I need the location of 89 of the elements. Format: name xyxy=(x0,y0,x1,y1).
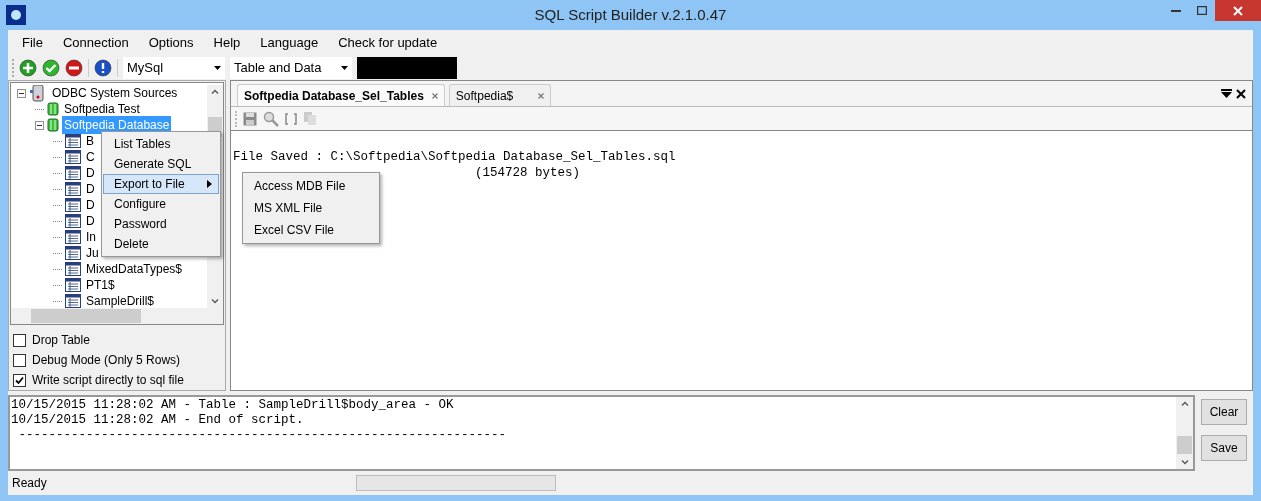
tab-close-icon[interactable] xyxy=(537,92,544,99)
horizontal-scrollbar[interactable] xyxy=(11,308,223,324)
submenu-item[interactable]: MS XML File xyxy=(243,197,379,219)
table-icon xyxy=(65,166,81,180)
exclamation-icon[interactable] xyxy=(94,58,112,77)
database-icon xyxy=(47,101,59,117)
tree-item[interactable]: In xyxy=(84,228,98,246)
submenu-item[interactable]: Excel CSV File xyxy=(243,219,379,241)
collapse-icon[interactable] xyxy=(17,88,26,98)
remove-icon[interactable] xyxy=(65,58,83,77)
tree-item[interactable]: B xyxy=(84,132,96,150)
context-menu-item[interactable]: Password xyxy=(103,214,219,234)
scroll-down-icon[interactable] xyxy=(1180,460,1189,465)
vertical-scrollbar[interactable] xyxy=(1176,397,1193,469)
log-line: 10/15/2015 11:28:02 AM - Table : SampleDrill$body_area - OK xyxy=(11,398,454,413)
save-icon[interactable] xyxy=(243,111,257,126)
brackets-icon[interactable] xyxy=(285,112,297,125)
close-icon xyxy=(1233,5,1243,16)
menu-item[interactable]: Options xyxy=(138,32,204,53)
tree-item[interactable]: D xyxy=(84,180,97,198)
collapse-icon[interactable] xyxy=(35,120,44,130)
table-icon xyxy=(65,294,81,308)
table-icon xyxy=(65,262,81,276)
close-icon[interactable] xyxy=(1236,88,1246,99)
checkbox-label: Drop Table xyxy=(32,332,90,349)
script-mode-dropdown[interactable]: Table and Data xyxy=(230,56,352,79)
editor-line: File Saved : C:\Softpedia\Softpedia Database_Sel_Tables.sql xyxy=(233,149,676,165)
table-icon xyxy=(65,134,81,148)
tree-item[interactable]: Softpedia Test xyxy=(62,100,142,118)
context-menu-item[interactable]: Generate SQL xyxy=(103,154,219,174)
tree-item[interactable]: ODBC System Sources xyxy=(50,85,180,102)
tab-close-icon[interactable] xyxy=(431,92,438,99)
tree-item[interactable]: D xyxy=(84,196,97,214)
table-icon xyxy=(65,230,81,244)
submenu-arrow-icon xyxy=(207,180,212,188)
status-text: Ready xyxy=(12,475,48,492)
dropdown-arrow-icon xyxy=(214,65,221,70)
tab[interactable]: Softpedia$ xyxy=(448,84,551,106)
tree-item[interactable]: MixedDataTypes$ xyxy=(84,260,185,278)
tree-item[interactable]: SampleDrill$ xyxy=(84,292,157,308)
tab[interactable]: Softpedia Database_Sel_Tables xyxy=(237,84,445,106)
close-button[interactable] xyxy=(1215,0,1261,21)
table-icon xyxy=(65,214,81,228)
log-line: ----------------------------------------------------------------- xyxy=(17,428,507,443)
table-icon xyxy=(65,246,81,260)
tree-item[interactable]: D xyxy=(84,212,97,230)
submenu-item[interactable]: Access MDB File xyxy=(243,175,379,197)
scroll-up-icon[interactable] xyxy=(211,89,219,94)
server-icon xyxy=(29,85,47,102)
table-icon xyxy=(65,278,81,292)
tree-item[interactable]: C xyxy=(84,148,97,166)
menu-item[interactable]: Help xyxy=(203,32,251,53)
database-type-dropdown[interactable]: MySql xyxy=(123,56,225,79)
table-icon xyxy=(65,198,81,212)
menu-item[interactable]: Connection xyxy=(52,32,139,53)
action-button[interactable]: Save xyxy=(1201,435,1247,461)
checkbox[interactable] xyxy=(13,333,26,347)
menu-item[interactable]: Check for update xyxy=(328,32,448,53)
menu-item[interactable]: Language xyxy=(250,32,329,53)
table-icon xyxy=(65,182,81,196)
checkmark-icon[interactable] xyxy=(42,58,60,77)
context-menu-item[interactable]: Delete xyxy=(103,234,219,254)
context-menu-item[interactable]: Configure xyxy=(103,194,219,214)
table-icon xyxy=(65,150,81,164)
minimize-icon xyxy=(1171,9,1181,12)
action-button[interactable]: Clear xyxy=(1201,399,1247,425)
add-icon[interactable] xyxy=(19,58,37,77)
database-icon xyxy=(47,117,59,133)
window-title: SQL Script Builder v.2.1.0.47 xyxy=(534,4,727,25)
context-menu-item[interactable]: List Tables xyxy=(103,134,219,154)
scrollbar-thumb[interactable] xyxy=(1177,436,1192,454)
search-icon[interactable] xyxy=(263,110,279,127)
checkbox[interactable] xyxy=(13,373,26,387)
tree-item[interactable]: D xyxy=(84,164,97,182)
checkbox-label: Debug Mode (Only 5 Rows) xyxy=(32,352,181,369)
checkbox-label: Write script directly to sql file xyxy=(32,372,184,389)
tree-item[interactable]: PT1$ xyxy=(84,276,117,294)
scroll-up-icon[interactable] xyxy=(1180,401,1189,406)
log-line: 10/15/2015 11:28:02 AM - End of script. xyxy=(11,413,304,428)
checkbox[interactable] xyxy=(13,353,26,367)
maximize-icon xyxy=(1197,6,1207,15)
context-menu-item[interactable]: Export to File xyxy=(103,174,219,194)
dropdown-arrow-icon xyxy=(341,65,348,70)
editor-line: (154728 bytes) xyxy=(475,165,581,181)
scroll-down-icon[interactable] xyxy=(211,299,219,304)
app-logo-icon xyxy=(6,5,26,25)
menu-item[interactable]: File xyxy=(12,32,53,53)
tree-item[interactable]: Ju xyxy=(84,244,101,262)
dropdown-icon[interactable] xyxy=(1221,89,1232,98)
